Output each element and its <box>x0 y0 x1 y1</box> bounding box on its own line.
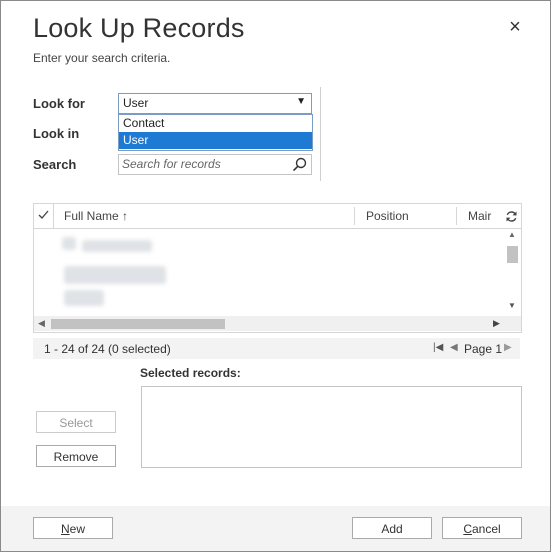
selected-records-label: Selected records: <box>140 366 241 380</box>
column-divider <box>354 207 355 225</box>
dropdown-option-user[interactable]: User <box>119 132 312 149</box>
lookup-dialog: Look Up Records Enter your search criter… <box>0 0 551 552</box>
new-button[interactable]: New <box>33 517 113 539</box>
scroll-left-icon[interactable]: ◀ <box>38 318 45 329</box>
form-divider <box>320 87 321 181</box>
cancel-button-label: ancel <box>471 522 501 536</box>
scroll-right-icon[interactable]: ▶ <box>493 318 500 329</box>
prev-page-icon[interactable]: ◀ <box>450 342 458 353</box>
new-button-accesskey: N <box>60 522 70 536</box>
select-all-checkbox[interactable] <box>34 204 54 228</box>
cancel-button[interactable]: Cancel <box>442 517 522 539</box>
redacted-record <box>64 266 166 284</box>
scroll-thumb[interactable] <box>51 319 225 329</box>
first-page-icon[interactable]: |◀ <box>433 342 443 353</box>
dialog-subtitle: Enter your search criteria. <box>33 51 171 65</box>
column-divider <box>456 207 457 225</box>
pager: |◀ ◀ Page 1 ▶ <box>433 342 513 356</box>
vertical-scrollbar[interactable]: ▲ ▼ <box>504 230 520 314</box>
select-button[interactable]: Select <box>36 411 116 433</box>
next-page-icon[interactable]: ▶ <box>504 342 512 353</box>
grid-status-bar: 1 - 24 of 24 (0 selected) |◀ ◀ Page 1 ▶ <box>33 338 520 359</box>
column-header-main[interactable]: Mair <box>468 209 491 223</box>
close-icon[interactable]: × <box>506 17 524 37</box>
scroll-thumb[interactable] <box>507 246 518 263</box>
dropdown-option-contact[interactable]: Contact <box>119 115 312 132</box>
look-for-select[interactable]: User ▼ <box>118 93 312 114</box>
search-icon[interactable] <box>292 157 307 172</box>
dialog-footer: New Add Cancel <box>1 506 550 551</box>
redacted-record <box>82 240 152 252</box>
remove-button[interactable]: Remove <box>36 445 116 467</box>
chevron-down-icon: ▼ <box>296 96 306 107</box>
dialog-title: Look Up Records <box>33 13 245 43</box>
look-for-value: User <box>123 96 149 110</box>
horizontal-scrollbar[interactable]: ◀ ▶ <box>34 316 521 331</box>
column-header-position[interactable]: Position <box>366 209 409 223</box>
page-label: Page 1 <box>464 342 503 356</box>
new-button-label: ew <box>69 522 85 536</box>
look-in-label: Look in <box>33 126 80 141</box>
search-field[interactable] <box>118 154 312 175</box>
grid-header: Full Name ↑ Position Mair <box>34 204 521 229</box>
redacted-record <box>62 237 76 250</box>
redacted-record <box>64 290 104 306</box>
check-icon <box>38 210 49 219</box>
look-for-dropdown: Contact User <box>118 114 313 151</box>
add-button[interactable]: Add <box>352 517 432 539</box>
column-header-full-name[interactable]: Full Name ↑ <box>64 209 128 223</box>
scroll-down-icon[interactable]: ▼ <box>508 301 516 310</box>
scroll-up-icon[interactable]: ▲ <box>508 230 516 239</box>
search-label: Search <box>33 157 77 172</box>
selected-records-box[interactable] <box>141 386 522 468</box>
records-grid: Full Name ↑ Position Mair ▲ ▼ ◀ ▶ <box>33 203 522 333</box>
cancel-button-accesskey: C <box>463 522 472 536</box>
record-count: 1 - 24 of 24 (0 selected) <box>44 342 171 356</box>
search-input[interactable] <box>122 156 287 171</box>
refresh-icon[interactable] <box>505 210 518 223</box>
look-for-label: Look for <box>33 96 85 111</box>
